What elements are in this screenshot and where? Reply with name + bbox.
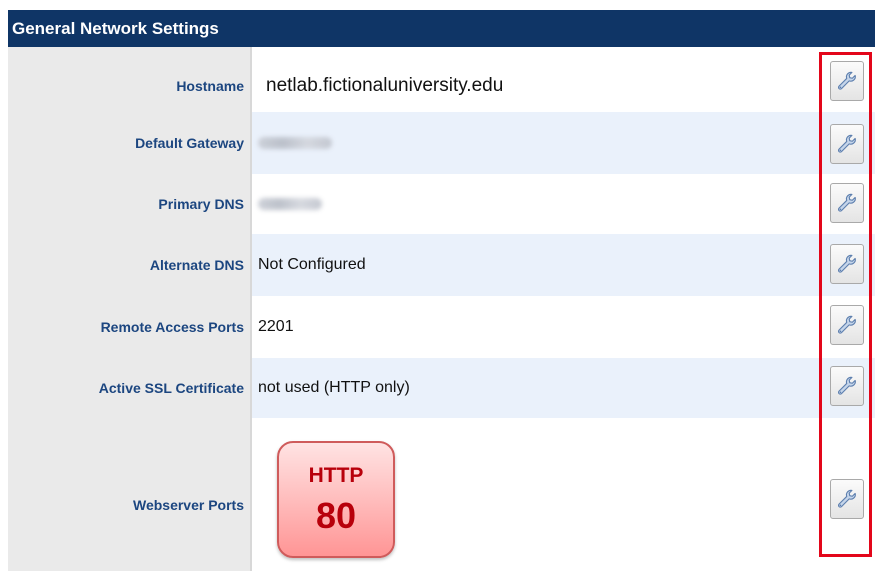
setting-row-primary-dns: Primary DNS [8,174,875,234]
setting-label-active-ssl-certificate: Active SSL Certificate [98,380,244,396]
setting-value-active-ssl-certificate: not used (HTTP only) [252,358,875,418]
general-network-settings-panel: General Network Settings Hostname netlab… [0,0,875,571]
edit-buttons-highlight [819,52,872,557]
setting-row-webserver-ports: Webserver Ports [8,418,875,571]
panel-title: General Network Settings [8,10,875,47]
setting-value-default-gateway [252,112,875,174]
setting-row-remote-access-ports: Remote Access Ports 2201 [8,296,875,358]
setting-row-alternate-dns: Alternate DNS Not Configured [8,234,875,296]
setting-value-alternate-dns: Not Configured [252,234,875,296]
setting-value-primary-dns [252,174,875,234]
http-port-badge: HTTP 80 [277,441,395,558]
setting-label-default-gateway: Default Gateway [135,135,244,151]
redacted-value [258,198,322,210]
setting-row-active-ssl-certificate: Active SSL Certificate not used (HTTP on… [8,358,875,418]
setting-label-alternate-dns: Alternate DNS [149,257,244,273]
badge-port: 80 [315,494,357,536]
badge-protocol: HTTP [308,463,364,487]
setting-label-remote-access-ports: Remote Access Ports [100,319,244,335]
setting-value-remote-access-ports: 2201 [258,318,294,335]
setting-label-primary-dns: Primary DNS [158,196,244,212]
setting-label-webserver-ports: Webserver Ports [132,496,244,513]
setting-row-default-gateway: Default Gateway [8,112,875,174]
redacted-value [258,137,332,149]
